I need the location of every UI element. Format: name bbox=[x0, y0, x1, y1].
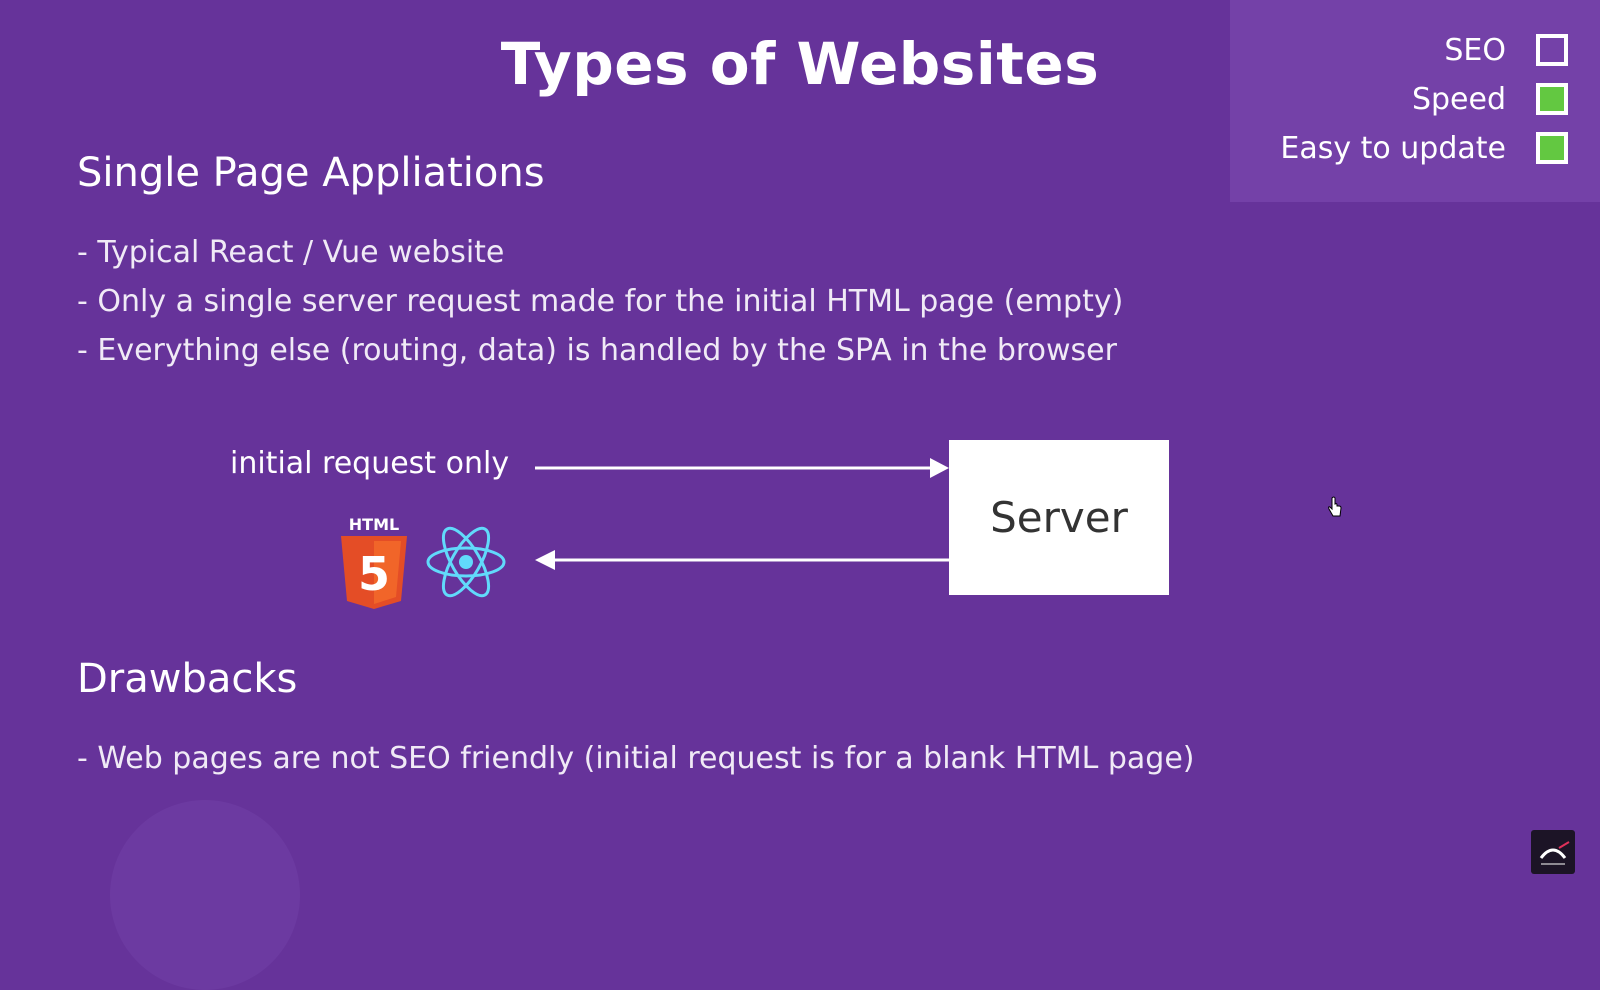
react-icon bbox=[426, 526, 506, 598]
server-box: Server bbox=[949, 440, 1169, 595]
ninja-watermark-icon bbox=[110, 800, 300, 990]
server-label: Server bbox=[990, 493, 1128, 542]
hand-cursor-icon bbox=[1328, 496, 1342, 517]
response-arrow bbox=[535, 550, 949, 570]
net-ninja-logo-icon bbox=[1531, 830, 1575, 874]
html5-badge-label: HTML bbox=[349, 515, 399, 534]
html5-icon: HTML 5 bbox=[341, 515, 407, 609]
html5-digit: 5 bbox=[358, 547, 390, 601]
section-heading-drawbacks: Drawbacks bbox=[77, 656, 298, 702]
request-arrow bbox=[535, 458, 949, 478]
bullet-item: - Web pages are not SEO friendly (initia… bbox=[77, 741, 1195, 776]
